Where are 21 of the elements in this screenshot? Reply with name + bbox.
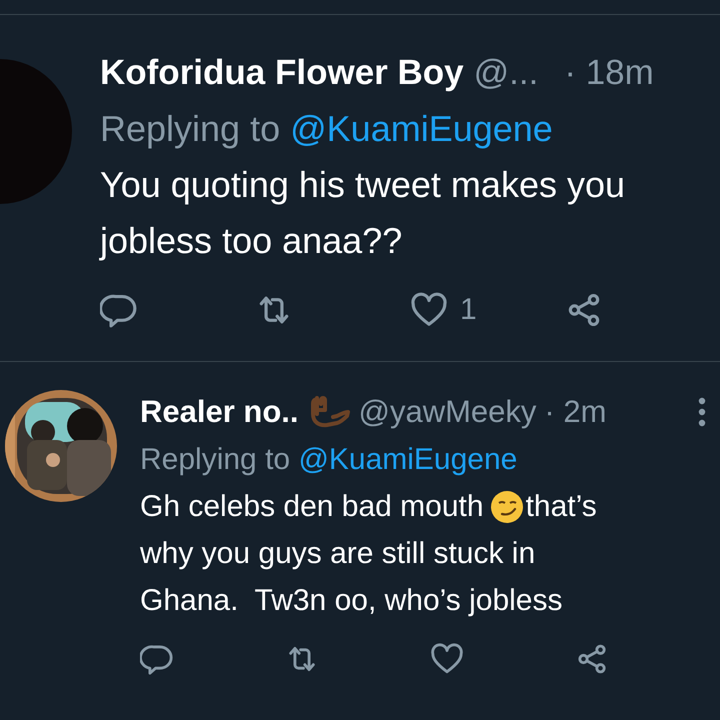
tweet-text: Ghana. Tw3n oo, who’s jobless [140,583,562,619]
user-handle[interactable]: @yawMeeky [358,388,536,436]
heart-icon[interactable] [430,642,464,676]
like-count: 1 [460,292,477,328]
tweet-text: why you guys are still stuck in [140,536,536,572]
more-icon[interactable] [698,396,706,428]
replying-label: Replying to [140,443,292,476]
replying-label: Replying to [100,108,282,149]
tweet-text: jobless too anaa?? [100,219,402,263]
mention-link[interactable]: @KuamiEugene [298,443,518,476]
mention-link[interactable]: @KuamiEugene [290,108,553,149]
heart-icon[interactable] [410,290,448,328]
smirk-face-icon [490,490,524,524]
user-handle[interactable]: @... [474,46,538,100]
tweet-text: Gh celebs den bad mouth [140,489,484,525]
author-name[interactable]: Koforidua Flower Boy [100,46,464,100]
tweet-text: You quoting his tweet makes you [100,163,626,207]
timestamp: · 2m [544,392,606,431]
author-name[interactable]: Realer no.. [140,388,298,436]
tweet-text: that’s [526,489,597,525]
timestamp: · 18m [564,52,654,94]
